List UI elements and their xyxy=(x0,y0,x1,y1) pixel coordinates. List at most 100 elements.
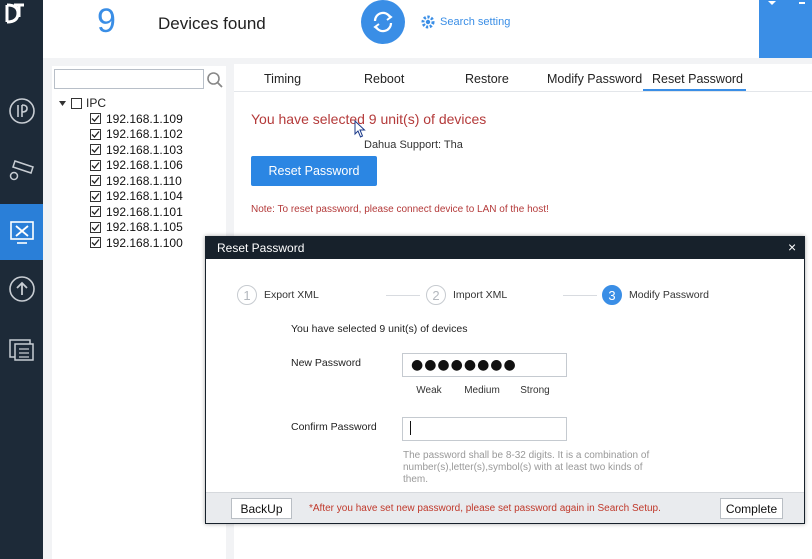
password-strength-meter: Weak Medium Strong xyxy=(403,385,561,399)
step-number: 1 xyxy=(237,285,257,305)
device-checkbox[interactable] xyxy=(90,237,101,249)
device-checkbox[interactable] xyxy=(90,221,101,233)
reset-password-button[interactable]: Reset Password xyxy=(251,156,377,186)
device-search-input[interactable] xyxy=(54,69,204,89)
tab-reset-password[interactable]: Reset Password xyxy=(652,72,743,86)
strength-weak: Weak xyxy=(403,385,455,399)
dialog-header: Reset Password × xyxy=(206,237,804,259)
mouse-cursor-icon xyxy=(354,120,366,138)
reset-password-dialog: Reset Password × 1 Export XML 2 Import X… xyxy=(205,236,805,524)
tab-timing[interactable]: Timing xyxy=(264,72,301,86)
device-tree-item[interactable]: 192.168.1.103 xyxy=(90,142,183,158)
tree-root-label: IPC xyxy=(86,96,107,110)
document-nav-item[interactable] xyxy=(0,326,43,372)
refresh-button[interactable] xyxy=(361,0,405,44)
device-tree-list: 192.168.1.109 192.168.1.102 192.168.1.103 1… xyxy=(90,111,183,251)
checkmark-icon xyxy=(91,146,100,154)
step-number: 2 xyxy=(426,285,446,305)
app-logo-icon xyxy=(5,3,24,24)
refresh-icon xyxy=(373,11,393,33)
device-ip-label: 192.168.1.109 xyxy=(106,111,183,126)
new-password-label: New Password xyxy=(291,357,362,369)
tab-reboot[interactable]: Reboot xyxy=(364,72,404,86)
nav-rail xyxy=(0,0,43,559)
text-caret xyxy=(403,417,568,441)
step-label: Modify Password xyxy=(629,289,709,301)
device-ip-label: 192.168.1.101 xyxy=(106,204,183,219)
step-connector xyxy=(386,295,420,296)
tab-modify-password[interactable]: Modify Password xyxy=(547,72,642,86)
new-password-field[interactable]: ●●●●●●●● xyxy=(402,353,567,377)
device-ip-label: 192.168.1.103 xyxy=(106,142,183,157)
device-checkbox[interactable] xyxy=(90,128,101,140)
step-export-xml: 1 Export XML xyxy=(237,285,319,305)
upgrade-icon xyxy=(8,276,35,302)
device-tree-item[interactable]: 192.168.1.106 xyxy=(90,158,183,174)
device-count: 9 xyxy=(97,2,116,40)
step-modify-password: 3 Modify Password xyxy=(602,285,709,305)
step-number-current: 3 xyxy=(602,285,622,305)
device-tree-item[interactable]: 192.168.1.105 xyxy=(90,220,183,236)
step-connector xyxy=(563,295,597,296)
selected-devices-text: You have selected 9 unit(s) of devices xyxy=(251,111,487,127)
minimize-icon[interactable] xyxy=(765,0,807,10)
device-ip-label: 192.168.1.104 xyxy=(106,189,183,204)
search-setting-label: Search setting xyxy=(440,16,511,28)
collapse-arrow-icon[interactable] xyxy=(58,99,67,108)
checkmark-icon xyxy=(91,115,100,123)
tree-root-checkbox[interactable] xyxy=(71,97,82,109)
device-checkbox[interactable] xyxy=(90,206,101,218)
device-tree-item[interactable]: 192.168.1.101 xyxy=(90,204,183,220)
dialog-footer: BackUp *After you have set new password,… xyxy=(206,492,804,523)
device-ip-label: 192.168.1.102 xyxy=(106,127,183,142)
device-checkbox[interactable] xyxy=(90,159,101,171)
device-tree-item[interactable]: 192.168.1.102 xyxy=(90,127,183,143)
device-ip-label: 192.168.1.105 xyxy=(106,220,183,235)
support-tooltip: Dahua Support: Tha xyxy=(364,139,463,151)
dialog-title: Reset Password xyxy=(217,241,305,255)
checkmark-icon xyxy=(91,177,100,185)
device-config-nav-item[interactable] xyxy=(0,146,43,192)
device-tree-item[interactable]: 192.168.1.109 xyxy=(90,111,183,127)
lan-note: Note: To reset password, please connect … xyxy=(251,204,549,215)
strength-medium: Medium xyxy=(456,385,508,399)
device-tree-item[interactable]: 192.168.1.110 xyxy=(90,173,183,189)
device-checkbox[interactable] xyxy=(90,175,101,187)
device-checkbox[interactable] xyxy=(90,190,101,202)
gear-icon xyxy=(421,15,435,29)
ip-icon xyxy=(8,98,35,124)
password-rules-hint: The password shall be 8-32 digits. It is… xyxy=(403,450,650,485)
upgrade-nav-item[interactable] xyxy=(0,266,43,312)
step-label: Import XML xyxy=(453,289,508,301)
step-import-xml: 2 Import XML xyxy=(426,285,507,305)
device-checkbox[interactable] xyxy=(90,144,101,156)
checkmark-icon xyxy=(91,161,100,169)
devices-found-label: Devices found xyxy=(158,14,266,33)
camera-gear-icon xyxy=(9,160,34,181)
footer-note: *After you have set new password, please… xyxy=(309,503,661,514)
system-settings-nav-item[interactable] xyxy=(0,204,43,260)
device-ip-label: 192.168.1.100 xyxy=(106,235,183,250)
device-tree-item[interactable]: 192.168.1.104 xyxy=(90,189,183,205)
tree-root-ipc[interactable]: IPC xyxy=(58,96,106,110)
confirm-password-label: Confirm Password xyxy=(291,421,377,433)
search-setting-link[interactable]: Search setting xyxy=(420,14,510,30)
active-tab-indicator xyxy=(643,89,746,91)
search-icon[interactable] xyxy=(206,71,224,89)
complete-button[interactable]: Complete xyxy=(720,498,783,519)
device-ip-label: 192.168.1.106 xyxy=(106,158,183,173)
document-icon xyxy=(8,339,34,361)
strength-strong: Strong xyxy=(509,385,561,399)
dialog-selected-text: You have selected 9 unit(s) of devices xyxy=(291,323,468,335)
device-tree-item[interactable]: 192.168.1.100 xyxy=(90,235,183,251)
device-ip-label: 192.168.1.110 xyxy=(106,173,182,188)
ip-tool-nav-item[interactable] xyxy=(0,88,43,134)
device-checkbox[interactable] xyxy=(90,113,101,125)
checkmark-icon xyxy=(91,239,100,247)
backup-button[interactable]: BackUp xyxy=(231,498,292,519)
close-icon[interactable]: × xyxy=(788,239,796,255)
tab-restore[interactable]: Restore xyxy=(465,72,509,86)
checkmark-icon xyxy=(91,208,100,216)
checkmark-icon xyxy=(91,192,100,200)
tools-icon xyxy=(9,221,34,244)
